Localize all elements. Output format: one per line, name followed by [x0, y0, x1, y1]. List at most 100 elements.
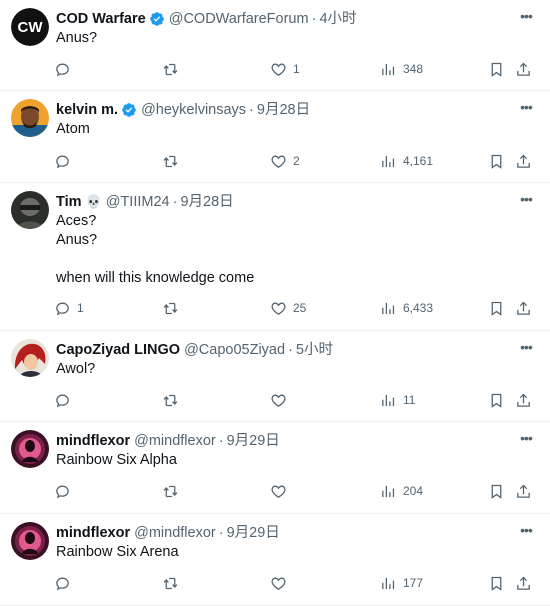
share-button[interactable] — [515, 480, 532, 502]
display-name[interactable]: CapoZiyad LINGO — [56, 340, 180, 360]
display-name[interactable]: COD Warfare — [56, 9, 146, 29]
avatar-logo-text: CW — [18, 19, 44, 36]
handle[interactable]: @Capo05Ziyad — [184, 340, 285, 360]
reply-button[interactable] — [54, 389, 77, 411]
retweet-icon — [163, 394, 178, 406]
share-button[interactable] — [515, 297, 532, 319]
reply-button[interactable] — [54, 480, 77, 502]
reply-icon — [56, 302, 69, 315]
share-icon — [517, 393, 530, 407]
tweet-header: mindflexor @mindflexor · 9月29日 — [56, 431, 510, 451]
share-button[interactable] — [515, 389, 532, 411]
retweet-button[interactable] — [162, 389, 185, 411]
tweet-text: Anus? — [56, 29, 530, 48]
tweet[interactable]: CapoZiyad LINGO @Capo05Ziyad · 5小时 ••• A… — [0, 331, 550, 422]
avatar[interactable]: CW — [11, 8, 49, 46]
retweet-button[interactable] — [162, 297, 185, 319]
heart-icon — [271, 485, 286, 498]
views-chart-icon — [382, 577, 395, 589]
bookmark-button[interactable] — [488, 389, 505, 411]
tweet-header: Tim 💀 @TIIIM24 · 9月28日 — [56, 192, 510, 212]
views-button[interactable]: 11 — [380, 389, 415, 411]
share-icon — [517, 484, 530, 498]
tweet-text: Aces? Anus? when will this knowledge com… — [56, 212, 530, 288]
avatar[interactable] — [11, 99, 49, 137]
tweet-header: kelvin m. @heykelvinsays · 9月28日 — [56, 100, 510, 120]
action-bar: 2 4,161 — [52, 150, 536, 172]
timestamp[interactable]: 4小时 — [319, 9, 356, 29]
like-button[interactable] — [270, 389, 293, 411]
timestamp[interactable]: 5小时 — [296, 340, 333, 360]
tweet-text-line — [56, 250, 530, 269]
like-button[interactable]: 25 — [270, 297, 306, 319]
more-options-icon[interactable]: ••• — [516, 8, 536, 28]
timestamp[interactable]: 9月29日 — [227, 523, 280, 543]
tweet-text-line: Anus? — [56, 232, 98, 248]
tweet[interactable]: Tim 💀 @TIIIM24 · 9月28日 ••• Aces? Anus? w… — [0, 183, 550, 331]
bookmark-icon — [491, 154, 502, 169]
reply-button[interactable] — [54, 150, 77, 172]
bookmark-button[interactable] — [488, 480, 505, 502]
avatar[interactable] — [11, 430, 49, 468]
tweet-text: Rainbow Six Alpha — [56, 451, 530, 470]
tweet[interactable]: mindflexor @mindflexor · 9月29日 ••• Rainb… — [0, 514, 550, 606]
tweet-text-line: when will this knowledge come — [56, 270, 255, 286]
reply-button[interactable] — [54, 572, 77, 594]
bookmark-button[interactable] — [488, 572, 505, 594]
views-button[interactable]: 6,433 — [380, 297, 433, 319]
views-button[interactable]: 348 — [380, 58, 423, 80]
timestamp[interactable]: 9月29日 — [227, 431, 280, 451]
timestamp[interactable]: 9月28日 — [257, 100, 310, 120]
tweet[interactable]: kelvin m. @heykelvinsays · 9月28日 ••• Ato… — [0, 91, 550, 183]
display-name[interactable]: mindflexor — [56, 523, 130, 543]
views-button[interactable]: 4,161 — [380, 150, 433, 172]
handle[interactable]: @TIIIM24 — [106, 192, 170, 212]
share-button[interactable] — [515, 58, 532, 80]
handle[interactable]: @heykelvinsays — [141, 100, 246, 120]
more-options-icon[interactable]: ••• — [516, 522, 536, 542]
avatar[interactable] — [11, 522, 49, 560]
bookmark-button[interactable] — [488, 150, 505, 172]
more-options-icon[interactable]: ••• — [516, 430, 536, 450]
bookmark-button[interactable] — [488, 58, 505, 80]
more-options-icon[interactable]: ••• — [516, 339, 536, 359]
like-count: 1 — [293, 62, 300, 76]
retweet-button[interactable] — [162, 150, 185, 172]
timestamp[interactable]: 9月28日 — [180, 192, 233, 212]
reply-button[interactable] — [54, 58, 77, 80]
like-button[interactable]: 1 — [270, 58, 300, 80]
heart-icon — [271, 394, 286, 407]
views-button[interactable]: 177 — [380, 572, 423, 594]
handle[interactable]: @mindflexor — [134, 431, 216, 451]
retweet-button[interactable] — [162, 480, 185, 502]
like-button[interactable] — [270, 480, 293, 502]
tweet-text-line: Atom — [56, 121, 90, 137]
display-name[interactable]: kelvin m. — [56, 100, 118, 120]
retweet-button[interactable] — [162, 58, 185, 80]
avatar[interactable] — [11, 339, 49, 377]
more-options-icon[interactable]: ••• — [516, 99, 536, 119]
display-name[interactable]: mindflexor — [56, 431, 130, 451]
more-options-icon[interactable]: ••• — [516, 191, 536, 211]
tweet[interactable]: mindflexor @mindflexor · 9月29日 ••• Rainb… — [0, 422, 550, 514]
separator-dot: · — [172, 194, 178, 210]
share-button[interactable] — [515, 572, 532, 594]
like-button[interactable]: 2 — [270, 150, 300, 172]
bookmark-icon — [491, 484, 502, 499]
reply-button[interactable]: 1 — [54, 297, 84, 319]
action-bar: 1 25 6,433 — [52, 297, 536, 319]
display-name[interactable]: Tim — [56, 192, 82, 212]
separator-dot: · — [218, 525, 224, 541]
tweet[interactable]: CW COD Warfare @CODWarfareForum · 4小时 ••… — [0, 0, 550, 91]
views-button[interactable]: 204 — [380, 480, 423, 502]
handle[interactable]: @CODWarfareForum — [169, 9, 309, 29]
share-button[interactable] — [515, 150, 532, 172]
share-icon — [517, 576, 530, 590]
bookmark-button[interactable] — [488, 297, 505, 319]
reply-icon — [56, 485, 69, 498]
retweet-button[interactable] — [162, 572, 185, 594]
avatar[interactable] — [11, 191, 49, 229]
like-button[interactable] — [270, 572, 293, 594]
handle[interactable]: @mindflexor — [134, 523, 216, 543]
retweet-icon — [163, 63, 178, 75]
